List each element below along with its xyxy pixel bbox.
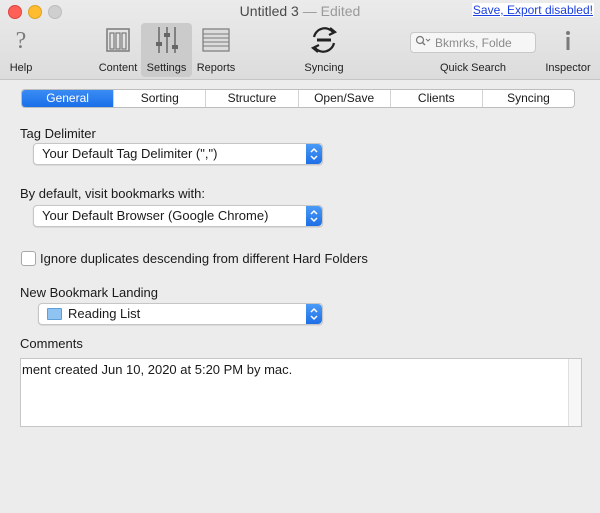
info-icon [540,24,596,56]
landing-folder-popup[interactable]: Reading List [38,303,323,325]
save-export-link[interactable]: Save, Export disabled! [471,3,594,17]
toolbar-quick-search-label: Quick Search [439,62,507,74]
tab-open-save[interactable]: Open/Save [297,90,390,107]
landing-folder-value-wrap: Reading List [47,304,140,324]
tag-delimiter-label: Tag Delimiter [20,126,96,141]
help-icon: ? [0,24,42,56]
default-browser-value: Your Default Browser (Google Chrome) [42,208,269,223]
content-icon [96,24,140,56]
svg-text:?: ? [16,28,27,53]
toolbar-help-label: Help [9,62,33,74]
toolbar-syncing-label: Syncing [304,62,344,74]
tag-delimiter-value: Your Default Tag Delimiter (",") [42,146,218,161]
title-bar: Untitled 3 — Edited Save, Export disable… [0,0,600,80]
comments-textarea[interactable]: ment created Jun 10, 2020 at 5:20 PM by … [20,358,582,427]
tab-structure[interactable]: Structure [205,90,297,107]
document-name: Untitled 3 [239,3,299,19]
folder-icon [47,307,62,320]
tag-delimiter-popup[interactable]: Your Default Tag Delimiter (",") [33,143,323,165]
toolbar-content-label: Content [98,62,138,74]
toolbar-settings-button[interactable]: Settings [141,23,192,77]
toolbar-reports-label: Reports [196,62,236,74]
comments-label: Comments [20,336,83,351]
sliders-icon [141,24,192,56]
new-bookmark-landing-label: New Bookmark Landing [20,285,159,300]
ignore-duplicates-checkbox[interactable] [21,251,36,266]
search-icon [415,35,431,50]
toolbar-help-button[interactable]: ? Help [0,24,42,76]
toolbar-quick-search: Bkmrks, Folde Quick Search [410,24,536,76]
toolbar-reports-button[interactable]: Reports [192,24,240,76]
sync-icon [298,24,350,56]
visit-bookmarks-label: By default, visit bookmarks with: [20,186,205,201]
tab-clients[interactable]: Clients [389,90,482,107]
comments-text: ment created Jun 10, 2020 at 5:20 PM by … [22,362,293,377]
toolbar-settings-label: Settings [146,62,187,74]
settings-window: Untitled 3 — Edited Save, Export disable… [0,0,600,513]
popup-arrows-icon [306,144,322,164]
toolbar-inspector-button[interactable]: Inspector [540,24,596,76]
edited-status: Edited [320,3,361,19]
tab-syncing[interactable]: Syncing [481,90,574,107]
reports-icon [192,24,240,56]
popup-arrows-icon [306,206,322,226]
quick-search-placeholder: Bkmrks, Folde [435,35,512,50]
tab-general[interactable]: General [22,90,114,107]
tab-sorting[interactable]: Sorting [113,90,205,107]
default-browser-popup[interactable]: Your Default Browser (Google Chrome) [33,205,323,227]
toolbar-inspector-label: Inspector [545,62,591,74]
comments-scrollbar[interactable] [568,359,581,426]
popup-arrows-icon [306,304,322,324]
quick-search-input[interactable]: Bkmrks, Folde [410,32,536,53]
landing-folder-value: Reading List [68,306,141,321]
toolbar-content-button[interactable]: Content [96,24,140,76]
settings-tabs: General Sorting Structure Open/Save Clie… [21,89,575,108]
title-separator: — [302,3,317,19]
toolbar-syncing-button[interactable]: Syncing [298,24,350,76]
ignore-duplicates-label: Ignore duplicates descending from differ… [40,251,368,266]
